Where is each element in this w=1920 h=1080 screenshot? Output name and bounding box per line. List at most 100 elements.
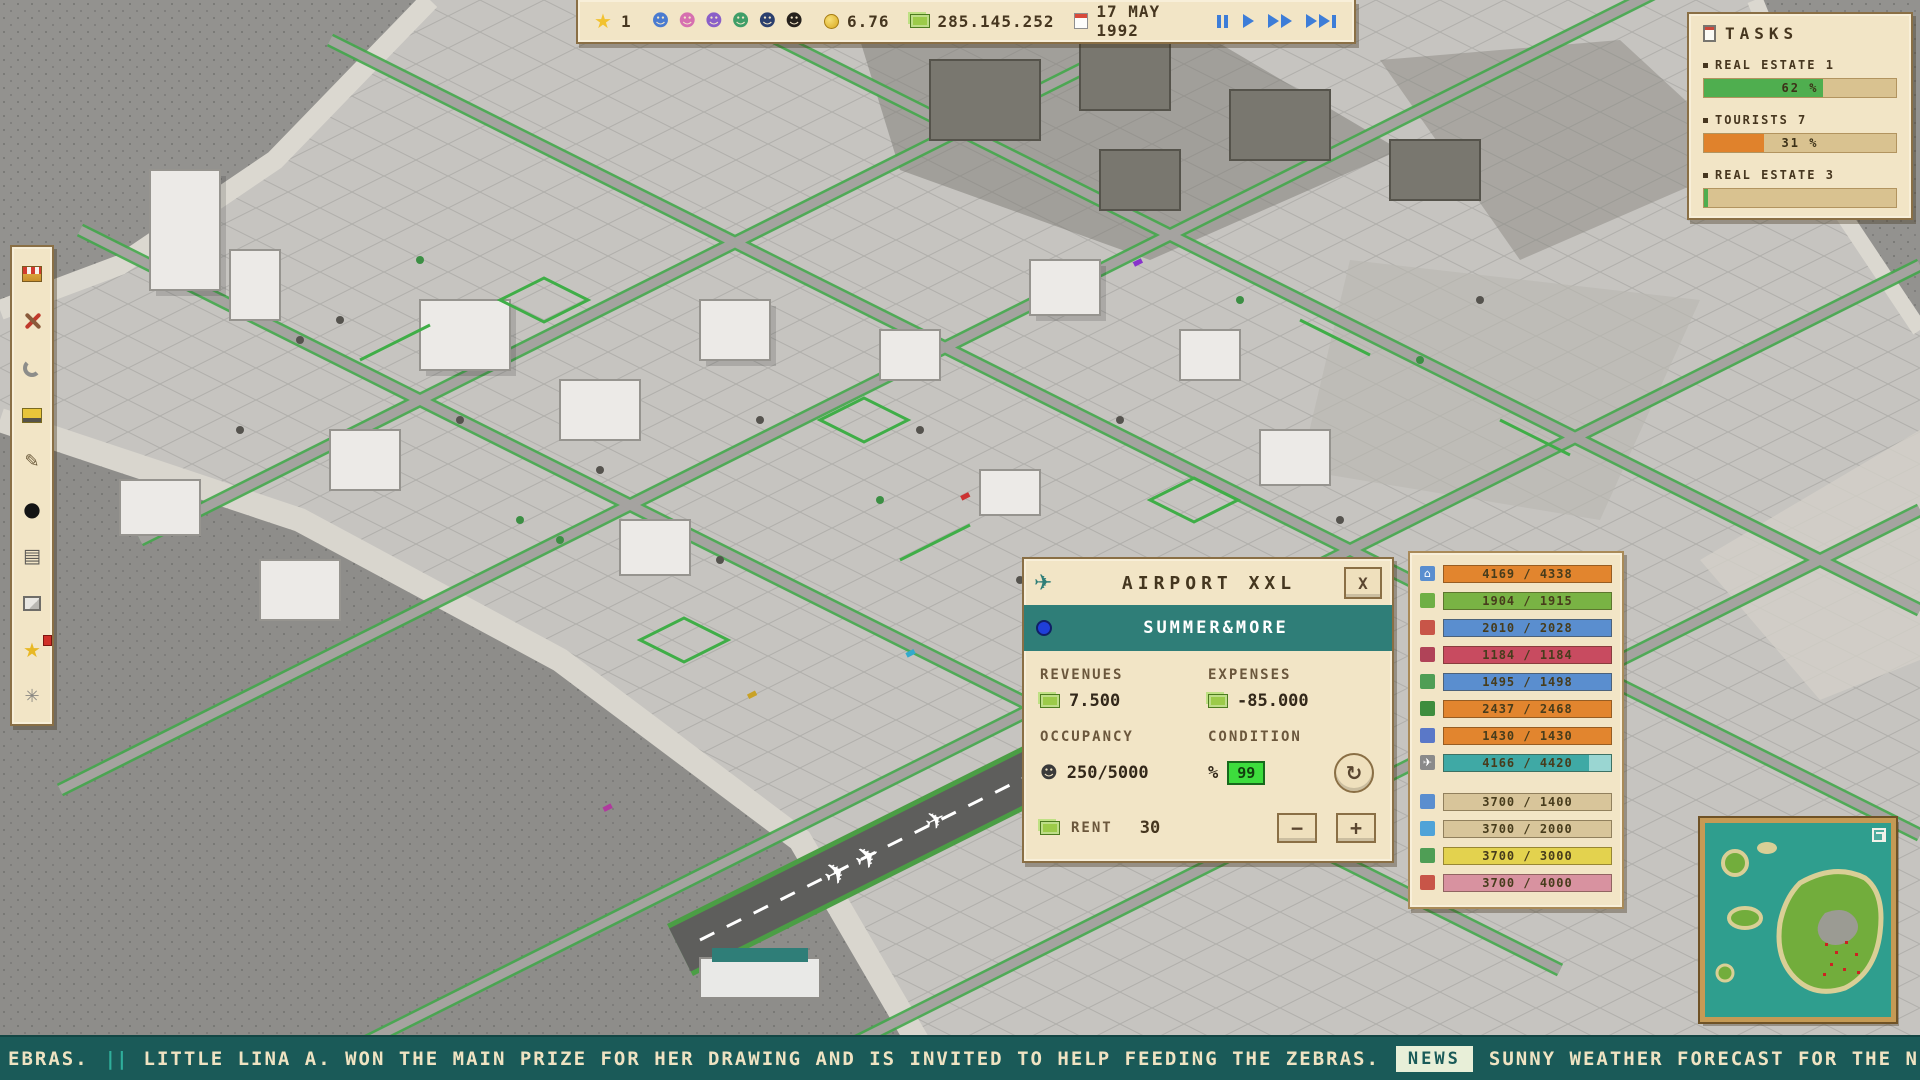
stat-value: 4169 / 4338 bbox=[1482, 567, 1572, 581]
tool-extras-button[interactable]: ✳ bbox=[16, 682, 48, 712]
tool-achievements-button[interactable]: ★ bbox=[16, 635, 48, 665]
sport-icon bbox=[1420, 647, 1435, 662]
task-item[interactable]: TOURISTS 7 31 % bbox=[1703, 113, 1897, 153]
tool-market-button[interactable] bbox=[16, 259, 48, 289]
play-button[interactable] bbox=[1241, 12, 1256, 30]
city-map[interactable]: ✈ ✈ ✈ bbox=[0, 0, 1920, 1080]
expenses-value-cell: -85.000 bbox=[1208, 691, 1376, 711]
expenses-label: EXPENSES bbox=[1208, 667, 1376, 683]
bomb-icon: ● bbox=[23, 499, 40, 519]
pattern-icon: ✳ bbox=[24, 688, 39, 706]
tool-edit-button[interactable]: ✎ bbox=[16, 447, 48, 477]
stat-bar: 2010 / 2028 bbox=[1443, 619, 1612, 637]
company-logo-icon bbox=[1036, 620, 1052, 636]
stat-value: 3700 / 2000 bbox=[1482, 822, 1572, 836]
tool-photo-button[interactable] bbox=[16, 588, 48, 618]
transport-icon bbox=[1420, 728, 1435, 743]
population-groups[interactable]: ☻ ☻ ☻ ☻ ☻ ☻ bbox=[652, 13, 804, 30]
stat-bar: 3700 / 2000 bbox=[1443, 820, 1612, 838]
task-label-row: REAL ESTATE 3 bbox=[1703, 168, 1897, 182]
park-icon bbox=[1420, 701, 1435, 716]
repair-button[interactable]: ↻ bbox=[1334, 753, 1374, 793]
stat-bar: 1184 / 1184 bbox=[1443, 646, 1612, 664]
citizen-icon: ☻ bbox=[678, 13, 697, 30]
stat-row-parks[interactable]: 2437 / 2468 bbox=[1420, 698, 1612, 719]
task-label: REAL ESTATE 3 bbox=[1715, 168, 1835, 182]
pencil-icon: ✎ bbox=[24, 453, 39, 471]
play-icon bbox=[1243, 14, 1254, 28]
task-progress-bar: 31 % bbox=[1703, 133, 1897, 153]
minimap-expand-button[interactable] bbox=[1872, 828, 1886, 842]
rent-increase-button[interactable]: + bbox=[1336, 813, 1376, 843]
stat-row-sport[interactable]: 1184 / 1184 bbox=[1420, 644, 1612, 665]
citizen-icon: ☻ bbox=[759, 13, 778, 30]
pause-icon bbox=[1224, 15, 1228, 28]
skip-icon bbox=[1319, 14, 1330, 28]
occupancy-value-cell: ☻ 250/5000 bbox=[1040, 763, 1208, 783]
condition-value-cell: % 99 ↻ bbox=[1208, 753, 1376, 793]
stat-value: 1495 / 1498 bbox=[1482, 675, 1572, 689]
level-indicator[interactable]: ★ 1 bbox=[594, 9, 632, 33]
tool-repair-button[interactable] bbox=[16, 306, 48, 336]
stat-bar: 4169 / 4338 bbox=[1443, 565, 1612, 583]
stat-value: 1430 / 1430 bbox=[1482, 729, 1572, 743]
stat-row-hotels[interactable]: 1904 / 1915 bbox=[1420, 590, 1612, 611]
citizen-icon: ☻ bbox=[732, 13, 751, 30]
ticker-story-next: SUNNY WEATHER FORECAST FOR THE NEXT 365 … bbox=[1489, 1048, 1920, 1070]
tool-bulldozer-button[interactable] bbox=[16, 400, 48, 430]
minimap[interactable] bbox=[1700, 818, 1896, 1022]
tool-news-button[interactable]: ▤ bbox=[16, 541, 48, 571]
revenues-value-cell: 7.500 bbox=[1040, 691, 1208, 711]
skip-button[interactable] bbox=[1304, 12, 1338, 30]
stat-row-power[interactable]: 3700 / 1400 bbox=[1420, 791, 1612, 812]
stat-row-transport[interactable]: 1430 / 1430 bbox=[1420, 725, 1612, 746]
stat-row-waste[interactable]: 3700 / 3000 bbox=[1420, 845, 1612, 866]
rating-indicator[interactable]: 6.76 bbox=[824, 12, 890, 31]
news-ticker[interactable]: EBRAS. || LITTLE LINA A. WON THE MAIN PR… bbox=[0, 1035, 1920, 1080]
stat-row-health[interactable]: 3700 / 4000 bbox=[1420, 872, 1612, 893]
skip-icon bbox=[1306, 14, 1317, 28]
news-badge[interactable]: NEWS bbox=[1396, 1046, 1473, 1072]
revenues-label: REVENUES bbox=[1040, 667, 1208, 683]
close-button[interactable]: X bbox=[1344, 567, 1382, 599]
build-toolbar: ✎ ● ▤ ★ ✳ bbox=[10, 245, 54, 726]
fast-forward-button[interactable] bbox=[1266, 12, 1294, 30]
game-viewport[interactable]: ✈ ✈ ✈ bbox=[0, 0, 1920, 1080]
stat-value: 4166 / 4420 bbox=[1482, 756, 1572, 770]
tool-demolish-button[interactable]: ● bbox=[16, 494, 48, 524]
stat-row-water[interactable]: 3700 / 2000 bbox=[1420, 818, 1612, 839]
stat-row-food[interactable]: 2010 / 2028 bbox=[1420, 617, 1612, 638]
rent-decrease-button[interactable]: − bbox=[1277, 813, 1317, 843]
task-item[interactable]: REAL ESTATE 1 62 % bbox=[1703, 58, 1897, 98]
stat-value: 3700 / 3000 bbox=[1482, 849, 1572, 863]
star-icon: ★ bbox=[23, 640, 41, 660]
residents-icon: ⌂ bbox=[1420, 566, 1435, 581]
condition-label: CONDITION bbox=[1208, 729, 1376, 745]
percent-sign: % bbox=[1208, 763, 1218, 783]
task-progress-text: 31 % bbox=[1704, 134, 1896, 152]
task-item[interactable]: REAL ESTATE 3 bbox=[1703, 168, 1897, 208]
stat-row-residents[interactable]: ⌂ 4169 / 4338 bbox=[1420, 563, 1612, 584]
hotels-icon bbox=[1420, 593, 1435, 608]
speed-controls bbox=[1213, 12, 1338, 30]
level-value: 1 bbox=[621, 12, 632, 31]
airplane-icon: ✈ bbox=[1034, 571, 1074, 596]
person-icon: ☻ bbox=[1040, 765, 1058, 782]
stat-bar: 2437 / 2468 bbox=[1443, 700, 1612, 718]
minimap-canvas[interactable] bbox=[1705, 823, 1891, 1017]
fast-forward-icon bbox=[1281, 14, 1292, 28]
task-label: TOURISTS 7 bbox=[1715, 113, 1807, 127]
tool-road-button[interactable] bbox=[16, 353, 48, 383]
status-values: ☻ 250/5000 % 99 ↻ bbox=[1040, 753, 1376, 793]
rent-row: RENT 30 − + bbox=[1040, 813, 1376, 843]
treasury-indicator[interactable]: 285.145.252 bbox=[910, 12, 1055, 31]
stat-row-culture[interactable]: 1495 / 1498 bbox=[1420, 671, 1612, 692]
bulldozer-icon bbox=[22, 408, 42, 423]
pause-button[interactable] bbox=[1213, 13, 1231, 30]
stat-bar: 4166 / 4420 bbox=[1443, 754, 1612, 772]
money-icon bbox=[1208, 694, 1228, 708]
stat-row-airport[interactable]: ✈ 4166 / 4420 bbox=[1420, 752, 1612, 773]
star-icon: ★ bbox=[594, 9, 613, 33]
building-dialog: ✈ AIRPORT XXL X SUMMER&MORE REVENUES EXP… bbox=[1022, 557, 1394, 863]
clipboard-icon bbox=[1703, 25, 1716, 42]
